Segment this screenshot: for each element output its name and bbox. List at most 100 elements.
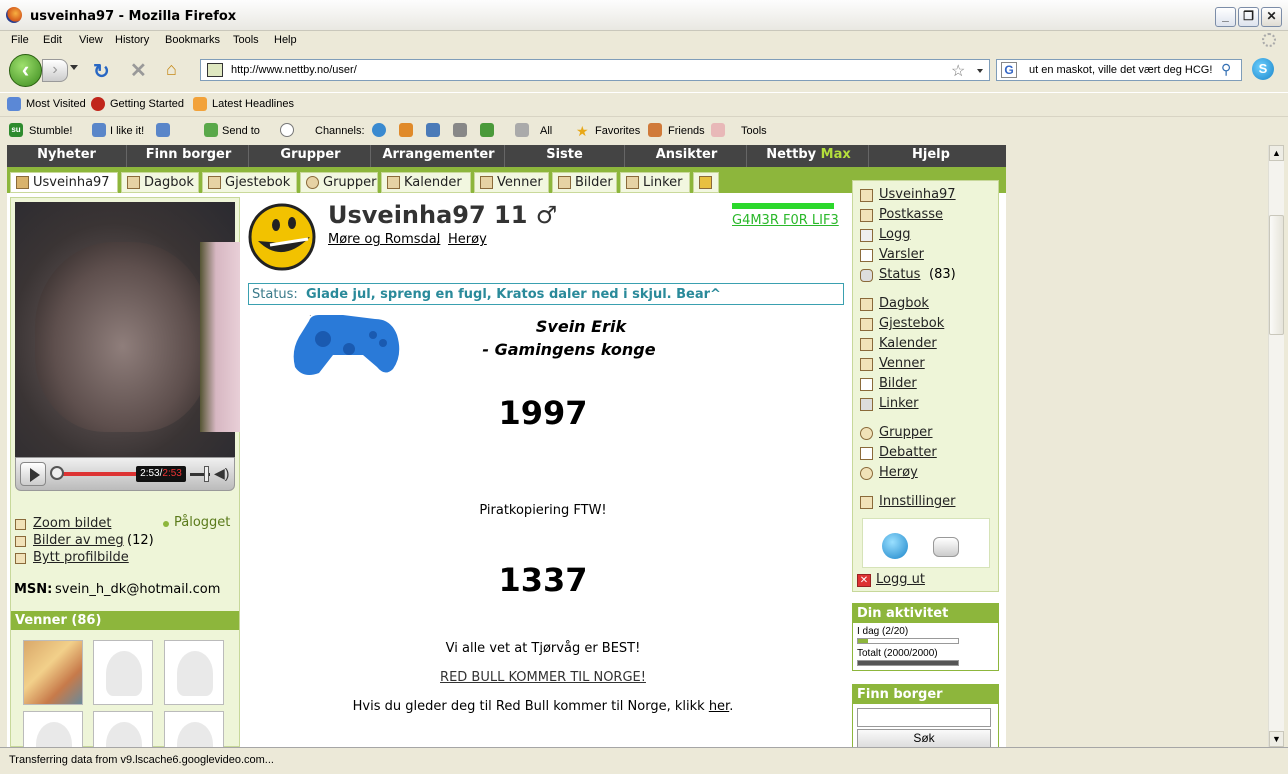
menu-bookmarks[interactable]: Bookmarks <box>165 34 220 46</box>
search-button[interactable]: Søk <box>857 729 991 747</box>
link-logg[interactable]: Logg <box>879 227 910 242</box>
friend-thumbnail[interactable] <box>164 711 224 747</box>
change-picture-link[interactable]: Bytt profilbilde <box>33 550 129 565</box>
minimize-button[interactable]: _ <box>1215 7 1236 27</box>
home-icon[interactable]: ⌂ <box>166 59 177 80</box>
link-bilder[interactable]: Bilder <box>879 376 917 391</box>
nav-finn-borger[interactable]: Finn borger <box>129 145 249 167</box>
close-button[interactable]: ✕ <box>1261 7 1282 27</box>
link-debatter[interactable]: Debatter <box>879 445 937 460</box>
volume-handle[interactable] <box>204 466 209 482</box>
progress-bar[interactable] <box>56 472 136 476</box>
tab-more[interactable] <box>693 172 719 193</box>
region-link[interactable]: Møre og Romsdal <box>328 232 440 247</box>
link-usveinha97[interactable]: Usveinha97 <box>879 187 956 202</box>
link-heroy[interactable]: Herøy <box>879 465 918 480</box>
bookmark-getting-started[interactable]: Getting Started <box>110 98 184 110</box>
menu-help[interactable]: Help <box>274 34 297 46</box>
vertical-scrollbar[interactable]: ▲ ▼ <box>1268 145 1284 747</box>
back-button[interactable]: ‹ <box>9 54 42 87</box>
speaker-icon[interactable]: ◀) <box>214 465 229 482</box>
globe-icon[interactable] <box>372 123 386 137</box>
reload-icon[interactable]: ↻ <box>93 59 110 84</box>
menu-edit[interactable]: Edit <box>43 34 62 46</box>
friend-thumbnail[interactable] <box>93 711 153 747</box>
scroll-down-icon[interactable]: ▼ <box>1269 731 1284 747</box>
google-icon[interactable]: G <box>1001 62 1017 78</box>
here-link[interactable]: her <box>709 699 729 714</box>
address-bar[interactable]: http://www.nettby.no/user/ ☆ <box>200 59 990 81</box>
friend-thumbnail[interactable] <box>93 640 153 705</box>
link-gjestebok[interactable]: Gjestebok <box>879 316 944 331</box>
link-dagbok[interactable]: Dagbok <box>879 296 929 311</box>
scroll-up-icon[interactable]: ▲ <box>1269 145 1284 161</box>
like-button[interactable]: I like it! <box>110 125 144 137</box>
send-to-button[interactable]: Send to <box>222 125 260 137</box>
friends-button[interactable]: Friends <box>668 125 705 137</box>
find-input[interactable] <box>857 708 991 727</box>
tab-dagbok[interactable]: Dagbok <box>121 172 199 193</box>
friend-thumbnail[interactable] <box>23 711 83 747</box>
tab-usveinha97[interactable]: Usveinha97 <box>10 172 118 193</box>
tag-icon[interactable] <box>515 123 529 137</box>
photo-icon[interactable] <box>426 123 440 137</box>
all-dropdown[interactable]: All <box>540 125 552 137</box>
favorites-button[interactable]: Favorites <box>595 125 640 137</box>
thumbs-down-icon[interactable] <box>156 123 170 137</box>
zoom-link[interactable]: Zoom bildet <box>33 516 111 531</box>
skype-icon[interactable]: S <box>1252 58 1274 80</box>
tools-dropdown[interactable]: Tools <box>741 125 767 137</box>
link-status[interactable]: Status <box>879 267 920 282</box>
smiley-icon[interactable] <box>882 533 908 559</box>
pictures-of-me-link[interactable]: Bilder av meg <box>33 533 124 548</box>
url-text[interactable]: http://www.nettby.no/user/ <box>231 64 357 76</box>
tab-grupper[interactable]: Grupper <box>300 172 378 193</box>
friend-thumbnail[interactable] <box>23 640 83 705</box>
tab-bilder[interactable]: Bilder <box>552 172 617 193</box>
tab-venner[interactable]: Venner <box>474 172 549 193</box>
comment-icon[interactable] <box>280 123 294 137</box>
history-dropdown-icon[interactable] <box>70 65 78 70</box>
search-go-icon[interactable]: ⚲ <box>1221 61 1231 78</box>
url-dropdown-icon[interactable] <box>977 69 983 73</box>
play-button[interactable] <box>20 462 46 486</box>
menu-tools[interactable]: Tools <box>233 34 259 46</box>
redbull-link[interactable]: RED BULL KOMMER TIL NORGE! <box>246 670 840 685</box>
nav-siste[interactable]: Siste <box>505 145 625 167</box>
nav-nyheter[interactable]: Nyheter <box>7 145 127 167</box>
link-linker[interactable]: Linker <box>879 396 919 411</box>
menu-file[interactable]: File <box>11 34 29 46</box>
nav-nettby-max[interactable]: Nettby Max <box>749 145 869 167</box>
search-input[interactable]: ut en maskot, ville det vært deg HCG! <box>1029 64 1212 76</box>
chat-bubble-icon[interactable] <box>933 537 959 557</box>
logout-link[interactable]: Logg ut <box>876 572 925 587</box>
nav-grupper[interactable]: Grupper <box>251 145 371 167</box>
tab-kalender[interactable]: Kalender <box>381 172 471 193</box>
link-kalender[interactable]: Kalender <box>879 336 937 351</box>
link-venner[interactable]: Venner <box>879 356 925 371</box>
tv-icon[interactable] <box>453 123 467 137</box>
maximize-button[interactable]: ❐ <box>1238 7 1259 27</box>
stop-icon[interactable]: ✕ <box>130 58 147 83</box>
nav-ansikter[interactable]: Ansikter <box>627 145 747 167</box>
seek-handle[interactable] <box>50 466 64 480</box>
link-innstillinger[interactable]: Innstillinger <box>879 494 955 509</box>
scroll-thumb[interactable] <box>1269 215 1284 335</box>
profile-video[interactable] <box>15 202 240 457</box>
search-bar[interactable]: G ut en maskot, ville det vært deg HCG! … <box>996 59 1242 81</box>
menu-history[interactable]: History <box>115 34 149 46</box>
friend-thumbnail[interactable] <box>164 640 224 705</box>
menu-view[interactable]: View <box>79 34 103 46</box>
place-link[interactable]: Herøy <box>448 232 487 247</box>
badge-link[interactable]: G4M3R F0R LIF3 <box>732 213 839 228</box>
stumble-button[interactable]: Stumble! <box>29 125 72 137</box>
nav-hjelp[interactable]: Hjelp <box>871 145 991 167</box>
link-grupper[interactable]: Grupper <box>879 425 933 440</box>
people-icon[interactable] <box>399 123 413 137</box>
bookmark-latest-headlines[interactable]: Latest Headlines <box>212 98 294 110</box>
hand-icon[interactable] <box>711 123 725 137</box>
tab-linker[interactable]: Linker <box>620 172 690 193</box>
arrows-icon[interactable] <box>480 123 494 137</box>
nav-arrangementer[interactable]: Arrangementer <box>373 145 505 167</box>
link-varsler[interactable]: Varsler <box>879 247 924 262</box>
